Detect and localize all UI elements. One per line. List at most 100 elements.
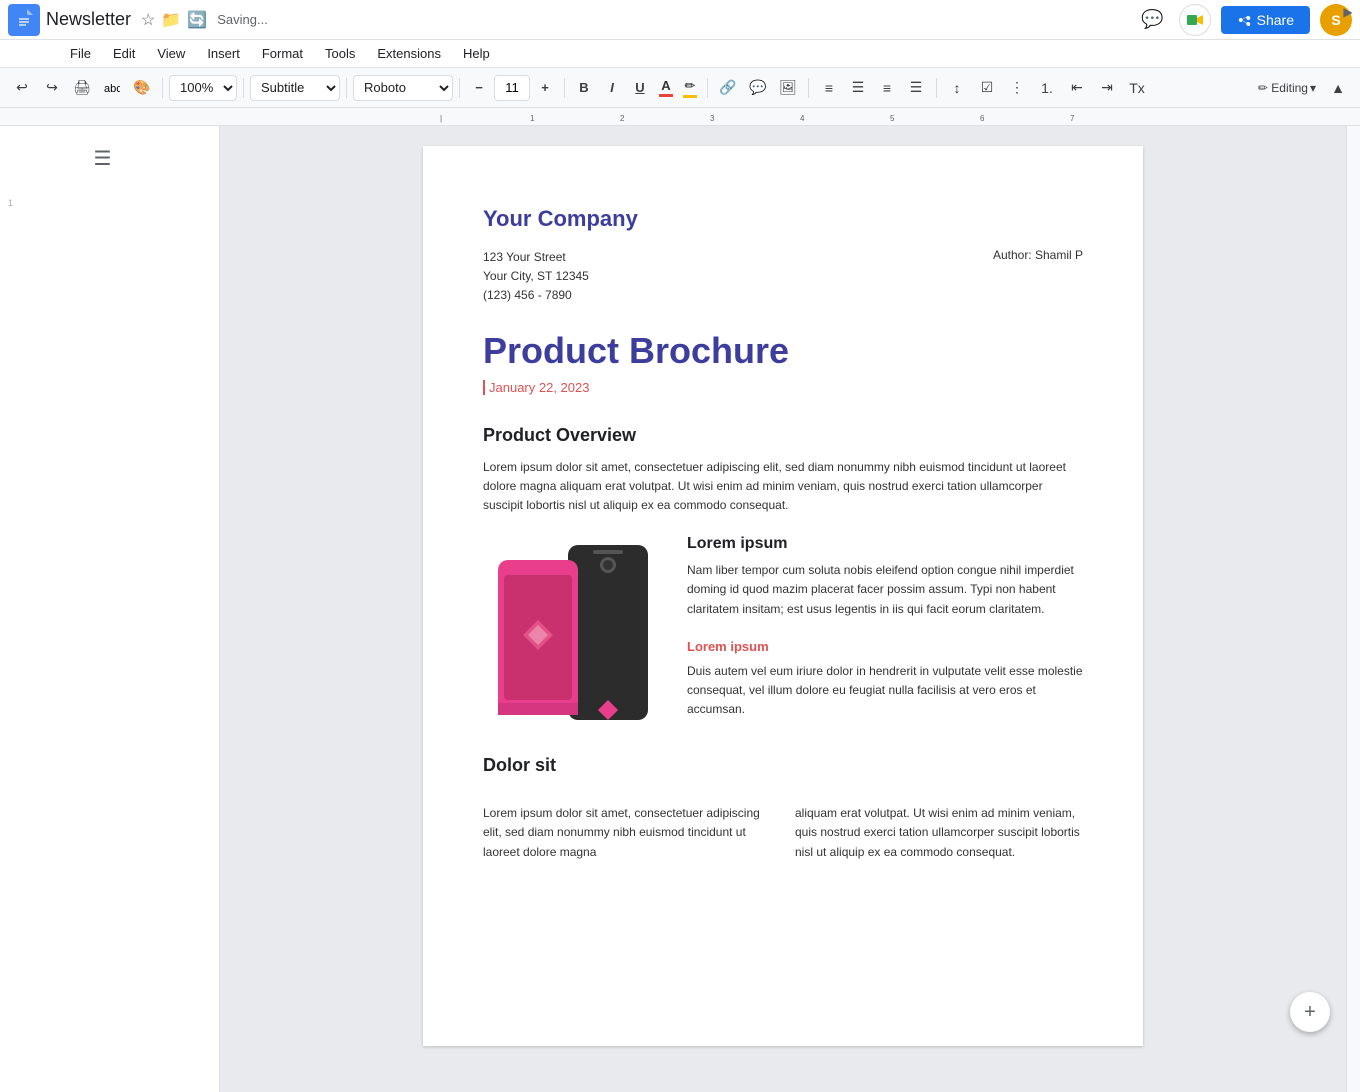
zoom-select[interactable]: 100% 75% 125%: [169, 75, 237, 101]
dolor-two-col: Lorem ipsum dolor sit amet, consectetuer…: [483, 804, 1083, 862]
font-size-increase[interactable]: +: [532, 75, 558, 101]
fab-button[interactable]: +: [1290, 992, 1330, 1032]
alignment-group: ≡ ☰ ≡ ☰: [815, 74, 930, 102]
phone-image: [483, 535, 663, 735]
overview-heading: Product Overview: [483, 425, 1083, 446]
star-icon[interactable]: ☆: [141, 10, 155, 30]
saving-status: Saving...: [217, 12, 268, 27]
separator-7: [808, 78, 809, 98]
lorem-body: Nam liber tempor cum soluta nobis eleife…: [687, 561, 1083, 619]
document-page: Your Company 123 Your Street Your City, …: [423, 146, 1143, 1046]
clear-formatting-button[interactable]: Tx: [1123, 74, 1151, 102]
align-center-button[interactable]: ☰: [844, 74, 872, 102]
menu-insert[interactable]: Insert: [197, 44, 250, 63]
app-icon[interactable]: [8, 4, 40, 36]
ruler: | 1 2 3 4 5 6 7: [0, 108, 1360, 126]
svg-text:5: 5: [890, 114, 895, 123]
dolor-section: Dolor sit Lorem ipsum dolor sit amet, co…: [483, 755, 1083, 862]
right-col: Lorem ipsum Nam liber tempor cum soluta …: [687, 535, 1083, 739]
insert-link-button[interactable]: 🔗: [714, 74, 742, 102]
font-select[interactable]: Roboto Arial Times New Roman: [353, 75, 453, 101]
separator-3: [346, 78, 347, 98]
line-spacing-button[interactable]: ↕: [943, 74, 971, 102]
svg-text:7: 7: [1070, 114, 1075, 123]
toolbar-collapse-button[interactable]: ▲: [1324, 74, 1352, 102]
menu-extensions[interactable]: Extensions: [367, 44, 451, 63]
google-meet-icon[interactable]: [1179, 4, 1211, 36]
menu-tools[interactable]: Tools: [315, 44, 365, 63]
folder-icon[interactable]: 📁: [161, 10, 181, 30]
svg-text:2: 2: [620, 114, 625, 123]
paragraph-style-select[interactable]: Subtitle Normal text Heading 1 Heading 2: [250, 75, 340, 101]
decrease-indent-button[interactable]: ⇤: [1063, 74, 1091, 102]
text-color-button[interactable]: A: [655, 76, 677, 99]
align-left-button[interactable]: ≡: [815, 74, 843, 102]
sidebar: ☰ 1: [0, 126, 220, 1092]
insert-image-button[interactable]: 🖼: [774, 74, 802, 102]
document-title: Newsletter: [46, 9, 131, 30]
toolbar-right: ✏ Editing▾ ▲: [1252, 74, 1352, 102]
align-justify-button[interactable]: ☰: [902, 74, 930, 102]
svg-text:4: 4: [800, 114, 805, 123]
author-text: Author: Shamil P: [993, 248, 1083, 306]
toolbar: ↩ ↪ 🖨 abc 🎨 100% 75% 125% Subtitle Norma…: [0, 68, 1360, 108]
product-date: January 22, 2023: [483, 380, 1083, 395]
two-col-section: Lorem ipsum Nam liber tempor cum soluta …: [483, 535, 1083, 739]
content-area[interactable]: 1 2 3 4 5 6 7 8 Your Company 123 Your St…: [220, 126, 1346, 1092]
align-right-button[interactable]: ≡: [873, 74, 901, 102]
svg-text:|: |: [440, 114, 442, 123]
undo-button[interactable]: ↩: [8, 74, 36, 102]
main-layout: ☰ 1 1 2 3 4 5 6 7 8 Your Company 123 You…: [0, 126, 1360, 1092]
menu-help[interactable]: Help: [453, 44, 500, 63]
spellcheck-button[interactable]: abc: [98, 74, 126, 102]
redo-button[interactable]: ↪: [38, 74, 66, 102]
lorem-link: Lorem ipsum: [687, 639, 1083, 654]
separator-4: [459, 78, 460, 98]
separator-2: [243, 78, 244, 98]
bullet-list-button[interactable]: ⋮: [1003, 74, 1031, 102]
phone-illustration: [488, 535, 658, 735]
cloud-sync-icon: 🔄: [187, 10, 207, 30]
increase-indent-button[interactable]: ⇥: [1093, 74, 1121, 102]
lorem-heading: Lorem ipsum: [687, 535, 1083, 553]
checklist-button[interactable]: ☑: [973, 74, 1001, 102]
svg-text:3: 3: [710, 114, 715, 123]
spacer: [483, 788, 1083, 804]
menu-format[interactable]: Format: [252, 44, 313, 63]
font-size-decrease[interactable]: −: [466, 75, 492, 101]
menu-view[interactable]: View: [147, 44, 195, 63]
highlight-color-button[interactable]: ✏: [679, 76, 701, 100]
font-size-control: − +: [466, 75, 558, 101]
separator-1: [162, 78, 163, 98]
bold-button[interactable]: B: [571, 75, 597, 101]
insert-comment-button[interactable]: 💬: [744, 74, 772, 102]
print-button[interactable]: 🖨: [68, 74, 96, 102]
share-button[interactable]: Share: [1221, 6, 1310, 34]
lorem-body2: Duis autem vel eum iriure dolor in hendr…: [687, 662, 1083, 720]
numbered-list-button[interactable]: 1.: [1033, 74, 1061, 102]
underline-button[interactable]: U: [627, 75, 653, 101]
address-line1: 123 Your Street: [483, 248, 589, 267]
menu-file[interactable]: File: [60, 44, 101, 63]
comment-button[interactable]: 💬: [1137, 4, 1169, 36]
page-indicators: 1: [0, 198, 219, 208]
svg-text:abc: abc: [104, 83, 120, 95]
font-size-input[interactable]: [494, 75, 530, 101]
address-line2: Your City, ST 12345: [483, 267, 589, 286]
right-panel: ▶: [1346, 126, 1360, 1092]
dolor-heading: Dolor sit: [483, 755, 1083, 776]
paint-format-button[interactable]: 🎨: [128, 74, 156, 102]
svg-text:1: 1: [530, 114, 535, 123]
menu-bar: File Edit View Insert Format Tools Exten…: [0, 40, 1360, 68]
product-title: Product Brochure: [483, 330, 1083, 372]
separator-8: [936, 78, 937, 98]
editing-mode-button[interactable]: ✏ Editing▾: [1252, 79, 1322, 97]
page-num-1: 1: [8, 198, 219, 208]
outline-icon[interactable]: ☰: [94, 146, 126, 178]
ruler-svg: | 1 2 3 4 5 6 7: [220, 108, 1360, 126]
address-left: 123 Your Street Your City, ST 12345 (123…: [483, 248, 589, 306]
top-bar: Newsletter ☆ 📁 🔄 Saving... 💬 Share S: [0, 0, 1360, 40]
italic-button[interactable]: I: [599, 75, 625, 101]
company-name: Your Company: [483, 206, 1083, 232]
menu-edit[interactable]: Edit: [103, 44, 145, 63]
